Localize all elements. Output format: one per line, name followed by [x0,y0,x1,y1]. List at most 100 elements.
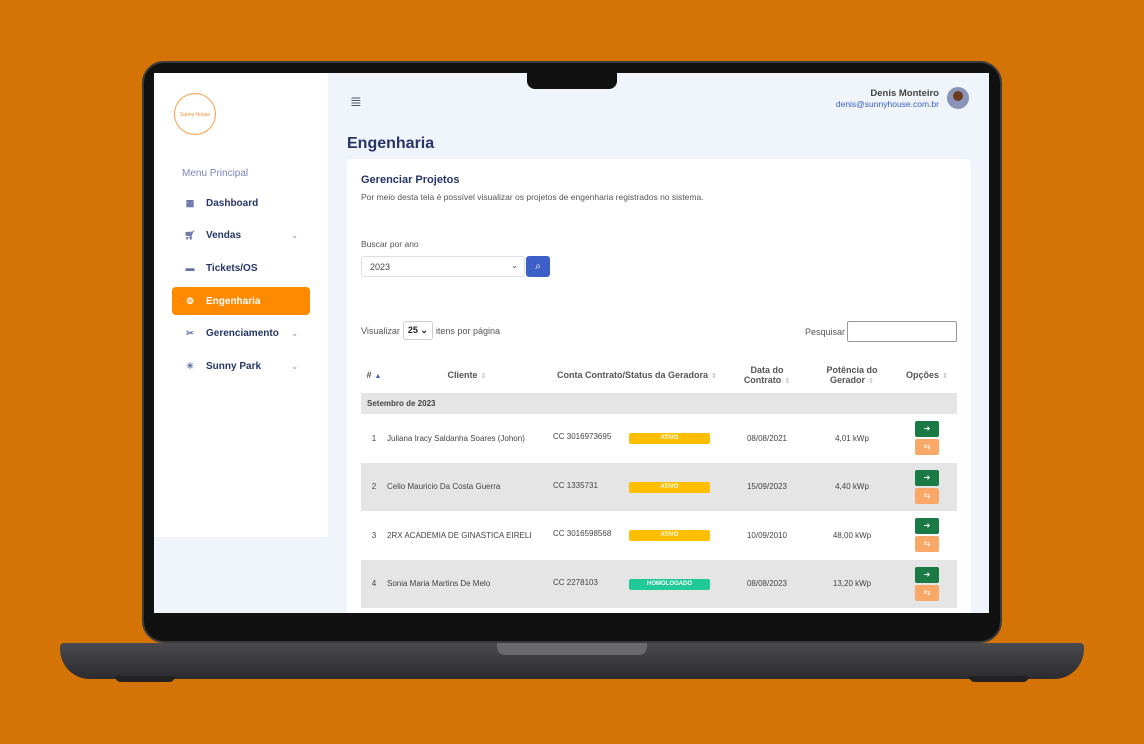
col-opcoes[interactable]: Opções ⇕ [897,357,957,393]
row-conta: CC 3016973695 ATIVO [547,414,727,463]
sidebar-item-vendas[interactable]: 🛒︎ Vendas ⌄ [172,221,310,249]
transfer-button[interactable]: ⇆ [915,584,939,601]
search-label: Pesquisar [804,326,845,337]
col-conta[interactable]: Conta Contrato/Status da Geradora ⇕ [547,357,727,393]
status-badge: ATIVO [629,481,710,493]
sidebar-item-label: Sunny Park [206,360,262,372]
per-page-prefix: Visualizar [361,325,400,336]
cart-icon: 🛒︎ [184,229,196,240]
table-row: 4 Sonia Maria Martins De Melo CC 2278103… [361,559,957,608]
gear-icon: ⚙ [185,295,195,306]
arrow-right-circle-icon: ➜ [923,424,931,434]
transfer-button[interactable]: ⇆ [915,487,939,504]
sidebar-item-dashboard[interactable]: ▦ Dashboard [172,189,310,217]
status-badge: HOMOLOGADO [629,578,710,590]
open-project-button[interactable]: ➜ [915,566,939,583]
projects-card: Gerenciar Projetos Por meio desta tela é… [347,159,971,613]
sidebar-item-gerenciamento[interactable]: ✂ Gerenciamento ⌄ [172,319,310,347]
menu-toggle-icon[interactable]: ≣ [350,93,362,110]
row-data: 08/08/2023 [727,559,807,608]
search-icon: ⌕ [535,261,541,272]
sidebar-item-sunny-park[interactable]: ☀ Sunny Park ⌄ [172,352,310,380]
sort-asc-icon: ▲ [374,373,382,380]
sort-icon: ⇕ [868,378,874,385]
laptop-base [60,643,1084,679]
sun-icon: ☀ [185,360,195,371]
arrow-right-circle-icon: ➜ [923,569,931,579]
row-options: ➜ ⇆ [897,559,957,608]
row-cliente: Juliana Iracy Saldanha Soares (Johon) [387,433,525,443]
screen: Sunny House Menu Principal ▦ Dashboard 🛒︎… [154,73,989,613]
laptop-foot [969,676,1029,682]
row-potencia: 4,01 kWp [835,433,869,443]
user-menu[interactable]: Denis Monteiro denis@sunnyhouse.com.br [836,87,969,109]
table-search: Pesquisar [805,321,957,342]
chevron-down-icon: ⌄ [511,261,518,270]
transfer-button[interactable]: ⇆ [915,536,939,553]
status-badge: ATIVO [629,530,710,542]
conta-value: CC 3016598568 [553,529,612,539]
status-badge: ATIVO [629,433,710,445]
conta-value: CC 2278103 [553,577,598,587]
transfer-button[interactable]: ⇆ [915,439,939,456]
sidebar-item-label: Gerenciamento [206,327,279,339]
swap-arrows-icon: ⇆ [923,442,931,452]
menu-title: Menu Principal [182,168,249,179]
col-potencia[interactable]: Potência do Gerador ⇕ [807,357,897,393]
year-value: 2023 [370,262,391,272]
table-header-row: # ▲ Cliente ⇕ Conta Contrato/Status da Ger… [361,357,957,393]
header-label: Conta Contrato/Status da Geradora [557,370,709,380]
conta-value: CC 1335731 [553,480,598,490]
arrow-right-circle-icon: ➜ [923,472,931,482]
user-name: Denis Monteiro [870,87,939,99]
group-row: Setembro de 2023 [361,393,957,414]
search-input[interactable] [847,321,957,342]
col-number[interactable]: # ▲ [361,357,387,393]
year-label: Buscar por ano [361,239,419,249]
row-cliente: 2RX ACADEMIA DE GINASTICA EIRELI [387,530,532,540]
col-cliente[interactable]: Cliente ⇕ [387,357,547,393]
logo[interactable]: Sunny House [174,93,216,135]
row-number: 1 [371,433,377,443]
swap-arrows-icon: ⇆ [923,539,931,549]
avatar[interactable] [947,87,969,109]
row-potencia: 4,40 kWp [807,462,897,511]
sort-icon: ⇕ [480,373,487,380]
table-row: 1 Juliana Iracy Saldanha Soares (Johon) … [361,414,957,463]
per-page-select[interactable]: 25 ⌄ [402,321,433,340]
year-select[interactable]: 2023 ⌄ [361,256,525,277]
open-project-button[interactable]: ➜ [915,421,939,438]
tools-icon: ✂ [186,327,194,338]
table-row: 2 Celio Mauricio Da Costa Guerra CC 1335… [361,462,957,511]
projects-table: # ▲ Cliente ⇕ Conta Contrato/Status da Ger… [361,357,957,608]
camera-notch [527,73,617,89]
chevron-down-icon: ⌄ [291,361,298,371]
row-options: ➜ ⇆ [897,414,957,463]
row-potencia: 48,00 kWp [832,530,872,540]
search-button[interactable]: ⌕ [526,256,550,277]
sort-icon: ⇕ [784,378,791,385]
grid-icon: ▦ [185,197,195,208]
sidebar-item-tickets[interactable]: ▬ Tickets/OS [172,254,310,282]
row-data: 10/09/2010 [746,530,788,540]
row-number: 4 [361,559,387,608]
ticket-icon: ▬ [185,263,195,273]
sidebar-item-label: Tickets/OS [206,262,258,274]
open-project-button[interactable]: ➜ [915,469,939,486]
table-row: 3 2RX ACADEMIA DE GINASTICA EIRELI CC 30… [361,511,957,560]
sidebar: Sunny House Menu Principal ▦ Dashboard 🛒︎… [154,73,328,537]
row-cliente: Sonia Maria Martins De Melo [387,559,547,608]
open-project-button[interactable]: ➜ [915,518,939,535]
arrow-right-circle-icon: ➜ [923,521,931,531]
sidebar-item-engenharia[interactable]: ⚙ Engenharia [172,287,310,315]
card-description: Por meio desta tela é possível visualiza… [361,192,704,202]
row-conta: CC 3016598568 ATIVO [547,511,727,560]
col-data[interactable]: Data do Contrato ⇕ [727,357,807,393]
sidebar-item-label: Dashboard [206,197,259,209]
user-email: denis@sunnyhouse.com.br [835,98,939,109]
header-label: # [366,370,372,380]
per-page-control: Visualizar 25 ⌄ itens por página [361,321,500,340]
header-label: Data do Contrato [743,365,784,385]
per-page-suffix: itens por página [435,325,500,336]
row-conta: CC 1335731 ATIVO [547,462,727,511]
